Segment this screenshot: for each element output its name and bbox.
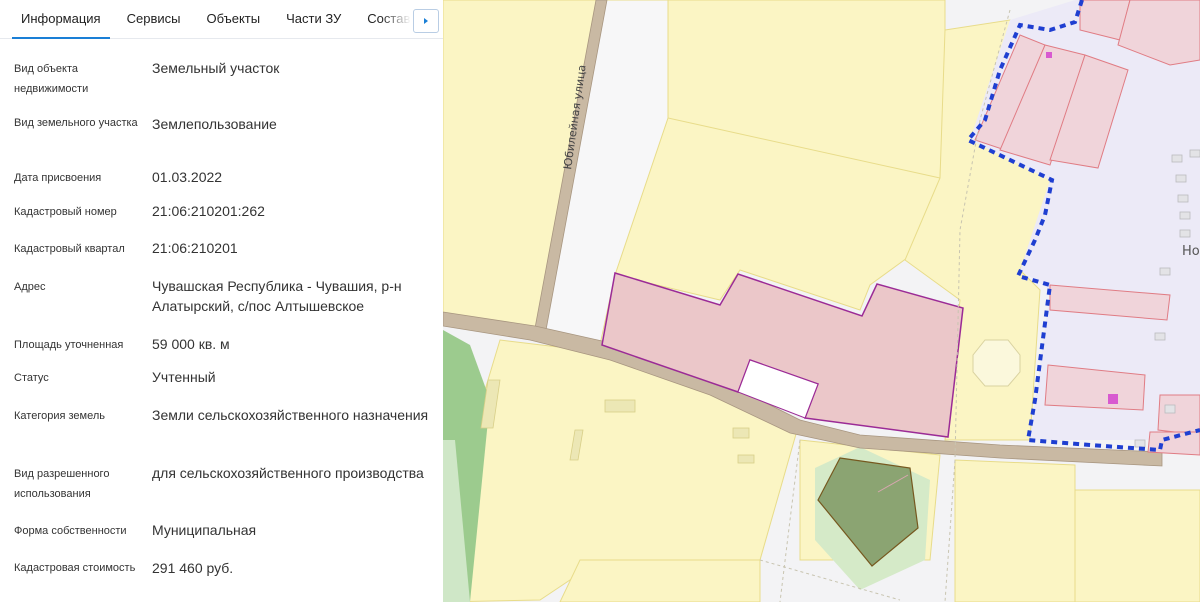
tab-services[interactable]: Сервисы bbox=[114, 0, 194, 38]
tab-objects[interactable]: Объекты bbox=[193, 0, 273, 38]
tab-bar: Информация Сервисы Объекты Части ЗУ Сост… bbox=[0, 0, 443, 39]
property-label: Дата присвоения bbox=[14, 172, 102, 184]
property-label: Площадь уточненная bbox=[14, 339, 124, 351]
structure bbox=[1179, 211, 1191, 220]
structure-marker bbox=[1046, 52, 1052, 58]
property-value: 21:06:210201 bbox=[152, 240, 238, 256]
property-value: Земельный участок bbox=[152, 60, 280, 76]
structure-marker bbox=[1108, 394, 1118, 404]
structure bbox=[1177, 194, 1189, 203]
property-value: 59 000 кв. м bbox=[152, 336, 230, 352]
property-value: 21:06:210201:262 bbox=[152, 203, 265, 219]
parcel bbox=[1074, 489, 1200, 602]
property-label: Кадастровый номер bbox=[14, 206, 117, 218]
structure bbox=[1154, 332, 1166, 341]
property-address: Чувашская Республика - Чувашия, р-н Алат… bbox=[152, 278, 402, 314]
structure bbox=[1175, 174, 1187, 183]
tabs-fade bbox=[381, 0, 411, 37]
round-structure bbox=[972, 339, 1021, 387]
property-value: для сельскохозяйственного производства bbox=[152, 465, 424, 481]
property-label: Вид земельного участка bbox=[14, 117, 138, 129]
building bbox=[1157, 394, 1200, 436]
property-value: 01.03.2022 bbox=[152, 169, 223, 185]
structure bbox=[1134, 439, 1146, 448]
tabs-scroll-right-button[interactable] bbox=[413, 9, 439, 33]
structure bbox=[604, 399, 636, 413]
tab-parts[interactable]: Части ЗУ bbox=[273, 0, 354, 38]
structure bbox=[1171, 154, 1183, 163]
property-label: Адрес bbox=[14, 281, 46, 293]
property-label: Кадастровый квартал bbox=[14, 243, 125, 255]
property-value: Земли сельскохозяйственного назначения bbox=[152, 407, 429, 423]
property-value: Муниципальная bbox=[152, 522, 257, 538]
structure bbox=[732, 427, 750, 439]
parcel bbox=[559, 559, 761, 602]
structure bbox=[1159, 267, 1171, 276]
structure bbox=[1179, 229, 1191, 238]
property-label: Кадастровая стоимость bbox=[14, 562, 136, 574]
property-value: Учтенный bbox=[152, 369, 216, 385]
property-value: 291 460 руб. bbox=[152, 560, 234, 576]
property-label: Форма собственности bbox=[14, 525, 127, 537]
structure bbox=[1189, 149, 1200, 158]
structure bbox=[737, 454, 755, 464]
structure bbox=[1164, 404, 1176, 414]
place-label: Но bbox=[1182, 244, 1200, 259]
tab-info[interactable]: Информация bbox=[8, 0, 114, 39]
property-label: Категория земель bbox=[14, 410, 105, 422]
property-value: Землепользование bbox=[152, 116, 277, 132]
cadastral-map[interactable]: Юбилейная улица Но bbox=[443, 0, 1200, 602]
chevron-right-icon bbox=[424, 18, 428, 24]
property-label: Статус bbox=[14, 372, 49, 384]
parcel bbox=[954, 459, 1076, 602]
property-label: Вид разрешенного использования bbox=[14, 468, 110, 500]
map-canvas[interactable]: Юбилейная улица Но bbox=[443, 0, 1200, 602]
info-panel: Информация Сервисы Объекты Части ЗУ Сост… bbox=[0, 0, 443, 602]
property-label: Вид объекта недвижимости bbox=[14, 63, 89, 95]
